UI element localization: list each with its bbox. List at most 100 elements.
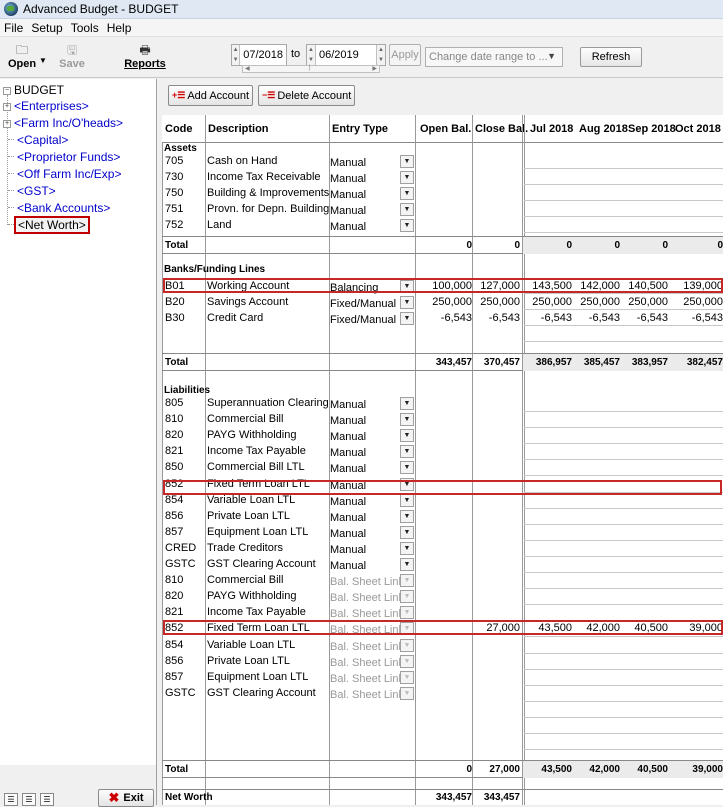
date-from-field[interactable]: ▲ ▼ 07/2018 [231, 44, 287, 66]
date-from-spinner[interactable]: ▲ ▼ [232, 45, 241, 65]
table-row[interactable]: B20 Savings Account Fixed/Manual 250,000 250… [162, 296, 723, 311]
row-entry-type[interactable]: Bal. Sheet Link [330, 592, 400, 605]
entry-type-dropdown-icon[interactable]: ▼ [400, 590, 414, 604]
table-row[interactable]: B30 Credit Card Fixed/Manual -6,543 -6,543 -6… [162, 312, 723, 327]
table-row[interactable]: 705 Cash on Hand Manual ▼ [162, 155, 723, 170]
row-entry-type[interactable]: Fixed/Manual [330, 314, 400, 327]
menu-setup[interactable]: Setup [31, 21, 62, 35]
table-row[interactable]: 857 Equipment Loan LTL Manual ▼ [162, 525, 723, 541]
open-button[interactable]: 🗀 Open [4, 42, 40, 74]
row-entry-type[interactable]: Manual [330, 399, 400, 412]
row-entry-type[interactable]: Manual [330, 447, 400, 460]
table-row[interactable]: 810 Commercial Bill Manual ▼ [162, 413, 723, 428]
row-entry-type[interactable]: Bal. Sheet Link [330, 689, 400, 702]
entry-type-dropdown-icon[interactable]: ▼ [400, 155, 414, 168]
expand-icon[interactable]: + [3, 102, 11, 111]
entry-type-dropdown-icon[interactable]: ▼ [400, 413, 414, 427]
row-entry-type[interactable]: Bal. Sheet Link [330, 657, 400, 670]
row-entry-type[interactable]: Manual [330, 205, 400, 218]
table-row[interactable]: 820 PAYG Withholding Bal. Sheet Link ▼ [162, 590, 723, 605]
row-entry-type[interactable]: Fixed/Manual [330, 298, 400, 311]
col-entry-type[interactable]: Entry Type [332, 123, 388, 135]
table-row[interactable]: 821 Income Tax Payable Bal. Sheet Link ▼ [162, 606, 723, 620]
entry-type-dropdown-icon[interactable]: ▼ [400, 445, 414, 459]
row-entry-type[interactable]: Manual [330, 463, 400, 476]
entry-type-dropdown-icon[interactable]: ▼ [400, 296, 414, 309]
date-to-spinner[interactable]: ▲ ▼ [307, 45, 316, 65]
table-row[interactable]: 751 Provn. for Depn. Building Manual ▼ [162, 203, 723, 218]
menu-tools[interactable]: Tools [71, 21, 99, 35]
table-row[interactable]: 752 Land Manual ▼ [162, 219, 723, 233]
table-row[interactable]: 805 Superannuation Clearing Manual ▼ [162, 397, 723, 412]
entry-type-dropdown-icon[interactable]: ▼ [400, 654, 414, 668]
table-row[interactable]: GSTC GST Clearing Account Manual ▼ [162, 558, 723, 573]
entry-type-dropdown-icon[interactable]: ▼ [400, 493, 414, 507]
col-close-bal[interactable]: Close Bal. [475, 123, 528, 135]
row-entry-type[interactable]: Manual [330, 189, 400, 202]
entry-type-dropdown-icon[interactable]: ▼ [400, 187, 414, 200]
row-entry-type[interactable]: Bal. Sheet Link [330, 673, 400, 686]
row-entry-type[interactable]: Manual [330, 496, 400, 509]
col-open-bal[interactable]: Open Bal. [420, 123, 471, 135]
table-row[interactable]: 750 Building & Improvements Manual ▼ [162, 187, 723, 202]
entry-type-dropdown-icon[interactable]: ▼ [400, 541, 414, 555]
date-range-slider[interactable]: ◀ | ▶ [242, 65, 380, 73]
tree-item-proprietor-funds[interactable]: <Proprietor Funds> [17, 150, 120, 164]
refresh-button[interactable]: Refresh [580, 47, 642, 67]
date-to-field[interactable]: ▲ ▼ 06/2019 ▲ ▼ [306, 44, 386, 66]
tree-item-bank-accounts[interactable]: <Bank Accounts> [17, 201, 110, 215]
entry-type-dropdown-icon[interactable]: ▼ [400, 574, 414, 588]
table-row[interactable]: 810 Commercial Bill Bal. Sheet Link ▼ [162, 574, 723, 589]
save-button[interactable]: 🖫 Save [55, 42, 89, 74]
row-entry-type[interactable]: Bal. Sheet Link [330, 576, 400, 589]
entry-type-dropdown-icon[interactable]: ▼ [400, 312, 414, 325]
row-entry-type[interactable]: Manual [330, 431, 400, 444]
tree-item-capital[interactable]: <Capital> [17, 133, 68, 147]
row-entry-type[interactable]: Manual [330, 157, 400, 170]
row-entry-type[interactable]: Manual [330, 173, 400, 186]
view-icon-2[interactable]: ☰ [22, 793, 36, 806]
menu-file[interactable]: File [4, 21, 23, 35]
table-row[interactable]: 856 Private Loan LTL Bal. Sheet Link ▼ [162, 654, 723, 670]
entry-type-dropdown-icon[interactable]: ▼ [400, 558, 414, 571]
tree-root[interactable]: − BUDGET [3, 83, 64, 97]
collapse-icon[interactable]: − [3, 86, 11, 95]
table-row[interactable]: 850 Commercial Bill LTL Manual ▼ [162, 461, 723, 476]
entry-type-dropdown-icon[interactable]: ▼ [400, 509, 414, 523]
col-m2[interactable]: Aug 2018 [579, 123, 628, 135]
tree-item-net-worth[interactable]: <Net Worth> [14, 216, 90, 234]
row-entry-type[interactable]: Bal. Sheet Link [330, 641, 400, 654]
expand-icon[interactable]: + [3, 119, 11, 128]
entry-type-dropdown-icon[interactable]: ▼ [400, 606, 414, 620]
entry-type-dropdown-icon[interactable]: ▼ [400, 171, 414, 184]
add-account-button[interactable]: +☰ Add Account [168, 85, 254, 106]
col-m1[interactable]: Jul 2018 [530, 123, 573, 135]
open-dropdown-arrow-icon[interactable]: ▼ [39, 56, 47, 65]
table-row[interactable]: 820 PAYG Withholding Manual ▼ [162, 429, 723, 444]
exit-button[interactable]: ✖ Exit [98, 789, 154, 807]
entry-type-dropdown-icon[interactable]: ▼ [400, 525, 414, 539]
tree-item-off-farm[interactable]: <Off Farm Inc/Exp> [17, 167, 121, 181]
table-row[interactable]: GSTC GST Clearing Account Bal. Sheet Link ▼ [162, 686, 723, 702]
table-row[interactable]: 854 Variable Loan LTL Manual ▼ [162, 493, 723, 509]
col-m4[interactable]: Oct 2018 [675, 123, 721, 135]
table-row[interactable]: 857 Equipment Loan LTL Bal. Sheet Link ▼ [162, 670, 723, 686]
table-row[interactable]: 856 Private Loan LTL Manual ▼ [162, 509, 723, 525]
view-icon-3[interactable]: ☰ [40, 793, 54, 806]
tree-item-enterprises[interactable]: + <Enterprises> [3, 99, 89, 113]
tree-item-farm-inc-oheads[interactable]: + <Farm Inc/O'heads> [3, 116, 123, 130]
row-entry-type[interactable]: Manual [330, 512, 400, 525]
row-entry-type[interactable]: Manual [330, 528, 400, 541]
entry-type-dropdown-icon[interactable]: ▼ [400, 429, 414, 443]
entry-type-dropdown-icon[interactable]: ▼ [400, 670, 414, 684]
entry-type-dropdown-icon[interactable]: ▼ [400, 203, 414, 216]
table-row[interactable]: 730 Income Tax Receivable Manual ▼ [162, 171, 723, 186]
entry-type-dropdown-icon[interactable]: ▼ [400, 219, 414, 232]
table-row[interactable]: 854 Variable Loan LTL Bal. Sheet Link ▼ [162, 638, 723, 654]
reports-button[interactable]: 🖶 Reports [119, 42, 171, 74]
row-entry-type[interactable]: Manual [330, 415, 400, 428]
table-row[interactable]: 821 Income Tax Payable Manual ▼ [162, 445, 723, 460]
tree-item-gst[interactable]: <GST> [17, 184, 56, 198]
menu-help[interactable]: Help [107, 21, 132, 35]
row-entry-type[interactable]: Manual [330, 560, 400, 573]
